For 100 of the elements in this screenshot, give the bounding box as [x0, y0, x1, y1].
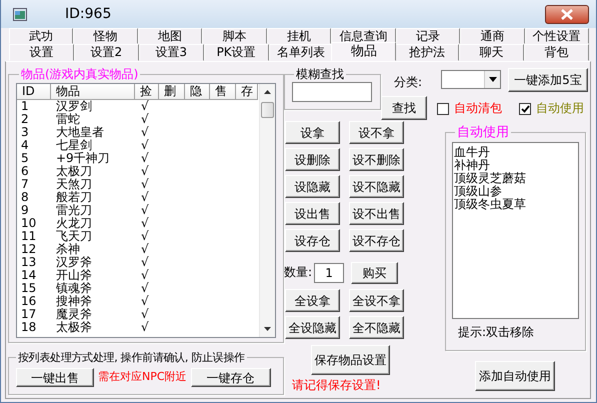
table-cell: 太极斧 — [56, 320, 92, 334]
table-cell: √ — [141, 320, 149, 334]
tab[interactable]: 武功 — [9, 28, 74, 44]
table-cell: √ — [141, 268, 149, 282]
bulk-button[interactable]: 全设不拿 — [349, 289, 404, 312]
column-header[interactable]: 存 — [236, 84, 258, 100]
tab[interactable]: 设置3 — [138, 44, 204, 61]
group-title: 模糊查找 — [295, 68, 345, 81]
table-cell: √ — [141, 99, 149, 113]
table-cell: 汉罗斧 — [56, 255, 92, 269]
tab[interactable]: 个性设置 — [524, 28, 589, 44]
app-icon — [13, 8, 27, 20]
sell-button[interactable]: 一键出售 — [16, 368, 94, 387]
search-field[interactable] — [292, 82, 372, 102]
list-item[interactable]: 补神丹 — [454, 159, 577, 172]
tab[interactable]: 挂机 — [266, 28, 332, 44]
close-button[interactable] — [545, 4, 589, 24]
action-button[interactable]: 设隐藏 — [285, 175, 340, 198]
tab[interactable]: 脚本 — [202, 28, 267, 44]
close-icon[interactable] — [560, 8, 574, 20]
dropdown-arrow-icon[interactable] — [488, 77, 496, 82]
tab[interactable]: 通商 — [460, 28, 524, 44]
table-cell: 2 — [21, 112, 29, 126]
column-header[interactable]: 物品 — [51, 84, 135, 100]
action-button[interactable]: 设拿 — [285, 121, 340, 144]
bulk-button[interactable]: 全不隐藏 — [349, 316, 404, 339]
tab[interactable]: 背包 — [524, 44, 590, 61]
table-cell: 9 — [21, 203, 29, 217]
store-button[interactable]: 一键存仓 — [190, 368, 271, 387]
table-cell: 开山斧 — [56, 268, 92, 282]
group-title: 按列表处理方式处理, 操作前请确认, 防止误操作 — [17, 351, 246, 364]
category-label: 分类: — [394, 76, 422, 90]
action-button[interactable]: 设不删除 — [349, 148, 404, 171]
table-cell: √ — [141, 164, 149, 178]
table-cell: 天煞刀 — [56, 177, 92, 191]
save-button[interactable]: 保存物品设置 — [311, 345, 390, 375]
table-cell: 5 — [21, 151, 29, 165]
tab[interactable]: PK设置 — [204, 44, 269, 61]
tab[interactable]: 聊天 — [459, 44, 524, 61]
table-cell: 16 — [21, 294, 36, 308]
warning-text: 需在对应NPC附近 — [98, 371, 187, 384]
checkbox[interactable] — [519, 102, 531, 114]
column-header[interactable]: 隐 — [185, 84, 210, 100]
table-cell: √ — [141, 177, 149, 191]
action-button[interactable]: 设不拿 — [349, 121, 404, 144]
column-header[interactable]: 捡 — [135, 84, 159, 100]
hint-text: 提示:双击移除 — [458, 326, 534, 340]
quantity-field[interactable]: 1 — [314, 263, 344, 283]
table-cell: 镇魂斧 — [56, 281, 92, 295]
action-button[interactable]: 设不存仓 — [349, 229, 404, 252]
buy-button[interactable]: 购买 — [351, 262, 398, 284]
tab[interactable]: 设置 — [9, 44, 74, 61]
table-cell: 18 — [21, 320, 36, 334]
category-dropdown[interactable] — [441, 70, 501, 89]
table-cell: 7 — [21, 177, 29, 191]
table-cell: 汉罗剑 — [56, 99, 92, 113]
action-button[interactable]: 设删除 — [285, 148, 340, 171]
search-button[interactable]: 查找 — [381, 96, 427, 120]
scroll-up-icon[interactable] — [264, 90, 271, 94]
list-item[interactable]: 顶级灵芝蘑菇 — [454, 172, 577, 185]
table-cell: √ — [141, 190, 149, 204]
table-cell: +9千神刀 — [56, 151, 110, 165]
table-cell: 搜神斧 — [56, 294, 92, 308]
add-button[interactable]: 一键添加5宝 — [508, 68, 588, 92]
list-item[interactable]: 血牛丹 — [454, 146, 577, 159]
action-button[interactable]: 设不隐藏 — [349, 175, 404, 198]
column-header[interactable]: 删 — [159, 84, 185, 100]
group-title: 物品(游戏内真实物品) — [20, 68, 140, 81]
column-header[interactable]: 售 — [210, 84, 236, 100]
checkbox-label: 自动使用 — [536, 102, 584, 116]
action-button[interactable]: 设存仓 — [285, 229, 340, 252]
tab[interactable]: 地图 — [138, 28, 202, 44]
table-cell: 大地皇者 — [56, 125, 104, 139]
tab[interactable]: 抢护法 — [394, 44, 460, 61]
scroll-thumb[interactable] — [261, 102, 274, 118]
add-auto-use-button[interactable]: 添加自动使用 — [475, 361, 555, 391]
table-cell: 14 — [21, 268, 36, 282]
tab[interactable]: 名单列表 — [268, 44, 334, 61]
table-cell: 太极刀 — [56, 164, 92, 178]
action-button[interactable]: 设出售 — [285, 202, 340, 225]
list-item[interactable]: 顶级山参 — [454, 185, 577, 198]
table-cell: 雷蛇 — [56, 112, 80, 126]
tab[interactable]: 设置2 — [74, 44, 139, 61]
table-cell: 七星剑 — [56, 138, 92, 152]
checkbox[interactable] — [437, 102, 449, 114]
table-cell: √ — [141, 229, 149, 243]
table-cell: √ — [141, 203, 149, 217]
table-cell: √ — [141, 112, 149, 126]
tab[interactable]: 物品 — [331, 42, 396, 61]
tab[interactable]: 怪物 — [73, 28, 138, 44]
group-title: 自动使用 — [456, 126, 510, 139]
table-cell: 15 — [21, 281, 36, 295]
list-item[interactable]: 顶级冬虫夏草 — [454, 198, 577, 211]
action-button[interactable]: 设不出售 — [349, 202, 404, 225]
bulk-button[interactable]: 全设拿 — [285, 289, 340, 312]
column-header[interactable]: ID — [17, 84, 51, 100]
scroll-down-icon[interactable] — [264, 327, 271, 331]
tab[interactable]: 记录 — [396, 28, 460, 44]
bulk-button[interactable]: 全设隐藏 — [285, 316, 340, 339]
scrollbar[interactable] — [259, 84, 275, 337]
